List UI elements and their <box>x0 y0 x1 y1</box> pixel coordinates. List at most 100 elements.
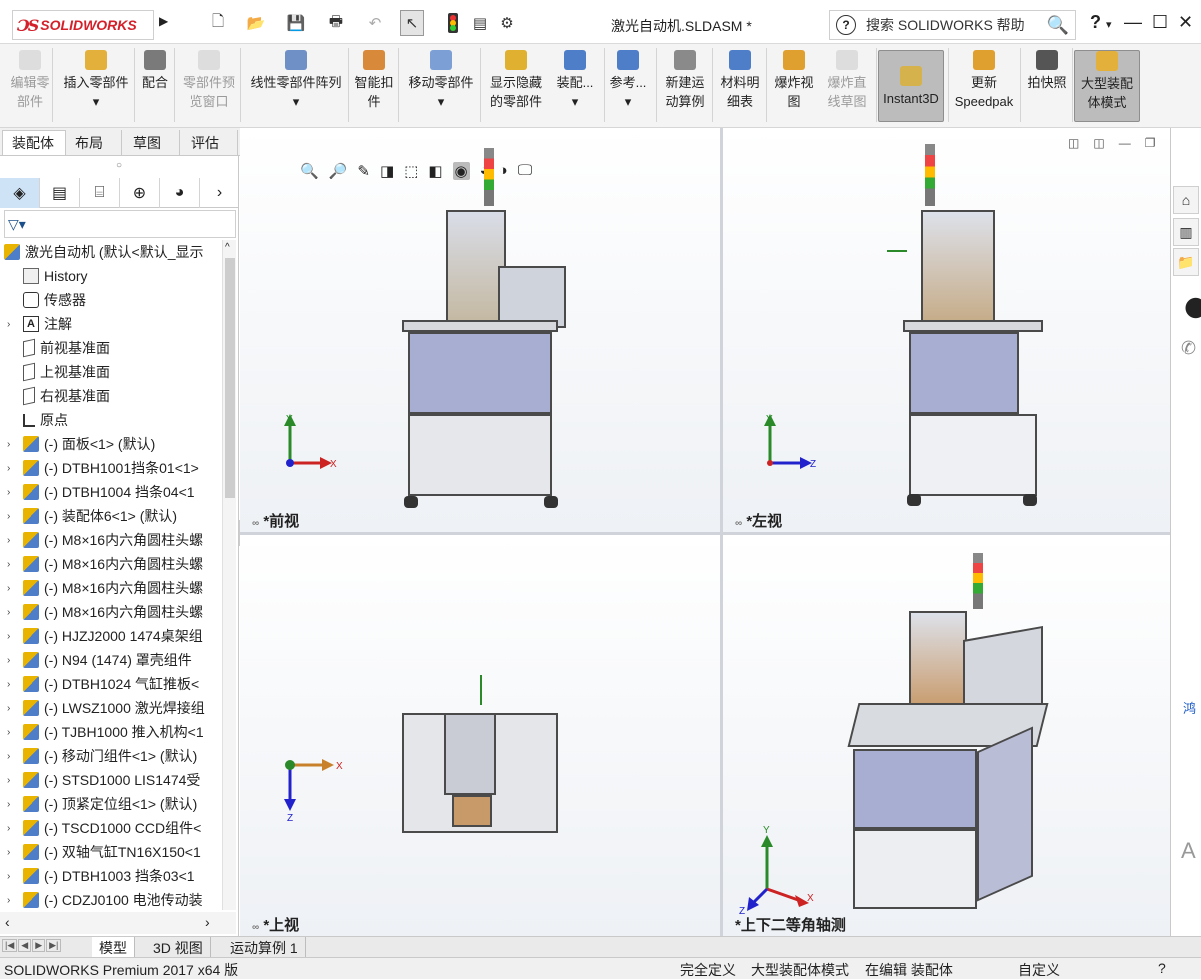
tree-filter[interactable]: ▽▾ <box>4 210 236 238</box>
tree-item[interactable]: 传感器 <box>0 288 222 312</box>
machine-left-view[interactable] <box>903 144 1043 510</box>
tree-item[interactable]: › (-) CDZJ0100 电池传动装 <box>0 888 222 910</box>
expand-arrow-icon[interactable]: › <box>7 679 17 690</box>
tree-item[interactable]: › (-) M8×16内六角圆柱头螺 <box>0 552 222 576</box>
options-gear-icon[interactable]: ⚙ <box>495 10 519 36</box>
expand-arrow-icon[interactable]: › <box>7 319 17 330</box>
graphics-area[interactable]: 🔍 🔎 ✎ ◨ ⬚ ◧ ◉ ◕ ◑ 🖵 Y <box>240 128 1170 936</box>
file-properties-icon[interactable]: ▤ <box>469 10 491 36</box>
expand-arrow-icon[interactable]: › <box>7 655 17 666</box>
ribbon-button-bill-of-materials[interactable]: 材料明 细表 <box>714 50 766 122</box>
status-units[interactable]: 自定义 <box>1018 960 1060 980</box>
ribbon-button-reference-geometry[interactable]: 参考... ▾ <box>606 50 650 122</box>
prev-tab-icon[interactable]: ◀ <box>18 939 32 952</box>
property-manager-tab-icon[interactable]: ▤ <box>40 178 80 208</box>
zoom-area-icon[interactable]: 🔎 <box>329 162 348 180</box>
tree-root-assembly[interactable]: 激光自动机 (默认<默认_显示 <box>0 240 222 264</box>
tree-item[interactable]: 前视基准面 <box>0 336 222 360</box>
section-view-icon[interactable]: ◨ <box>380 162 394 180</box>
expand-arrow-icon[interactable]: › <box>7 511 17 522</box>
ribbon-button-new-motion-study[interactable]: 新建运 动算例 <box>658 50 712 122</box>
command-tab-2[interactable]: 草图 <box>124 130 180 155</box>
ribbon-button-show-hidden[interactable]: 显示隐藏 的零部件 <box>484 50 548 122</box>
new-document-icon[interactable]: 🗋 <box>205 10 231 36</box>
traffic-light-icon[interactable] <box>444 10 462 36</box>
command-tab-3[interactable]: 评估 <box>182 130 238 155</box>
tree-item[interactable]: › (-) M8×16内六角圆柱头螺 <box>0 600 222 624</box>
select-icon[interactable]: ↖ <box>400 10 424 36</box>
minimize-icon[interactable]: — <box>1124 12 1142 33</box>
expand-arrow-icon[interactable]: › <box>7 847 17 858</box>
ribbon-button-linear-pattern[interactable]: 线性零部件阵列 ▾ <box>242 50 350 122</box>
more-tabs-icon[interactable]: › <box>200 178 239 208</box>
viewport-top[interactable]: X Z ∞ *上视 <box>240 535 720 936</box>
tree-item[interactable]: › (-) M8×16内六角圆柱头螺 <box>0 576 222 600</box>
close-icon[interactable]: ✕ <box>1178 12 1193 33</box>
configuration-manager-tab-icon[interactable]: ⌸ <box>80 178 120 208</box>
expand-arrow-icon[interactable]: › <box>7 607 17 618</box>
expand-arrow-icon[interactable]: › <box>7 751 17 762</box>
tree-item[interactable]: › (-) N94 (1474) 罩壳组件 <box>0 648 222 672</box>
maximize-icon[interactable]: ☐ <box>1152 12 1168 33</box>
print-icon[interactable]: 🖶 <box>323 10 349 36</box>
ribbon-button-move-component[interactable]: 移动零部件 ▾ <box>400 50 482 122</box>
font-icon[interactable]: A <box>1181 838 1196 864</box>
viewport-left[interactable]: ◫ ◫ — ❐ ✕ Y Z ∞ *左视 <box>723 128 1170 532</box>
undo-icon[interactable]: ↶ <box>362 10 388 36</box>
tree-item[interactable]: › A 注解 <box>0 312 222 336</box>
expand-arrow-icon[interactable]: › <box>7 583 17 594</box>
viewport-splitter-horizontal[interactable] <box>240 532 1170 535</box>
panel-grip-icon[interactable]: ○ <box>116 160 122 171</box>
home-icon[interactable]: ⌂ <box>1173 186 1199 214</box>
tree-item[interactable]: › (-) M8×16内六角圆柱头螺 <box>0 528 222 552</box>
tree-item[interactable]: › (-) 面板<1> (默认) <box>0 432 222 456</box>
ribbon-button-edit-component[interactable]: 编辑零 部件 <box>6 50 54 122</box>
expand-arrow-icon[interactable]: › <box>7 727 17 738</box>
tree-item[interactable]: 原点 <box>0 408 222 432</box>
ribbon-button-instant3d[interactable]: Instant3D <box>878 50 944 122</box>
chat-avatar[interactable] <box>1181 288 1201 328</box>
expand-arrow-icon[interactable]: › <box>7 559 17 570</box>
tree-item[interactable]: › (-) LWSZ1000 激光焊接组 <box>0 696 222 720</box>
tree-item[interactable]: › (-) STSD1000 LIS1474受 <box>0 768 222 792</box>
viewport-link-icon[interactable]: ◫ <box>1093 136 1104 150</box>
phone-icon[interactable]: ✆ <box>1181 338 1196 359</box>
ribbon-button-component-preview[interactable]: 零部件预 览窗口 <box>176 50 242 122</box>
tree-item[interactable]: › (-) 移动门组件<1> (默认) <box>0 744 222 768</box>
tree-horizontal-scrollbar[interactable]: ‹ › <box>0 912 236 934</box>
ribbon-button-explode-line-sketch[interactable]: 爆炸直 线草图 <box>822 50 872 122</box>
tree-scroll-thumb[interactable] <box>225 258 235 498</box>
scroll-left-icon[interactable]: ‹ <box>5 914 10 930</box>
zoom-to-fit-icon[interactable]: 🔍 <box>300 162 319 180</box>
tree-item[interactable]: › (-) DTBH1004 挡条04<1 <box>0 480 222 504</box>
tree-item[interactable]: › (-) 顶紧定位组<1> (默认) <box>0 792 222 816</box>
expand-arrow-icon[interactable]: › <box>7 439 17 450</box>
tab-model[interactable]: 模型 <box>92 937 135 958</box>
tree-item[interactable]: History <box>0 264 222 288</box>
feature-tree-tab-icon[interactable]: ◈ <box>0 178 40 208</box>
tree-item[interactable]: › (-) DTBH1003 挡条03<1 <box>0 864 222 888</box>
tree-item[interactable]: › (-) 双轴气缸TN16X150<1 <box>0 840 222 864</box>
expand-arrow-icon[interactable]: › <box>7 895 17 906</box>
solidworks-logo[interactable]: ƆS SOLIDWORKS <box>12 10 154 40</box>
search-icon[interactable]: 🔍 <box>1047 15 1069 36</box>
last-tab-icon[interactable]: ▶| <box>46 939 62 952</box>
machine-isometric-view[interactable] <box>847 553 1053 923</box>
expand-arrow-icon[interactable]: › <box>7 823 17 834</box>
tree-item[interactable]: › (-) DTBH1001挡条01<1> <box>0 456 222 480</box>
search-input[interactable]: 搜索 SOLIDWORKS 帮助 <box>866 15 1047 35</box>
scroll-right-icon[interactable]: › <box>205 914 210 930</box>
status-help-icon[interactable]: ? <box>1158 960 1166 976</box>
viewport-prev-icon[interactable]: ◫ <box>1068 136 1079 150</box>
ribbon-button-snapshot[interactable]: 拍快照 <box>1022 50 1072 122</box>
tab-3d-view[interactable]: 3D 视图 <box>146 937 211 958</box>
menu-expand-icon[interactable]: ▶ <box>159 14 168 28</box>
viewport-isometric[interactable]: Y X Z *上下二等角轴测 <box>723 535 1170 936</box>
expand-arrow-icon[interactable]: › <box>7 799 17 810</box>
tree-vertical-scrollbar[interactable]: ^ <box>222 240 236 910</box>
expand-arrow-icon[interactable]: › <box>7 703 17 714</box>
tree-item[interactable]: 右视基准面 <box>0 384 222 408</box>
ribbon-button-large-assembly-mode[interactable]: 大型装配 体模式 <box>1074 50 1140 122</box>
viewport-minimize-icon[interactable]: — <box>1119 136 1131 150</box>
expand-arrow-icon[interactable]: › <box>7 535 17 546</box>
